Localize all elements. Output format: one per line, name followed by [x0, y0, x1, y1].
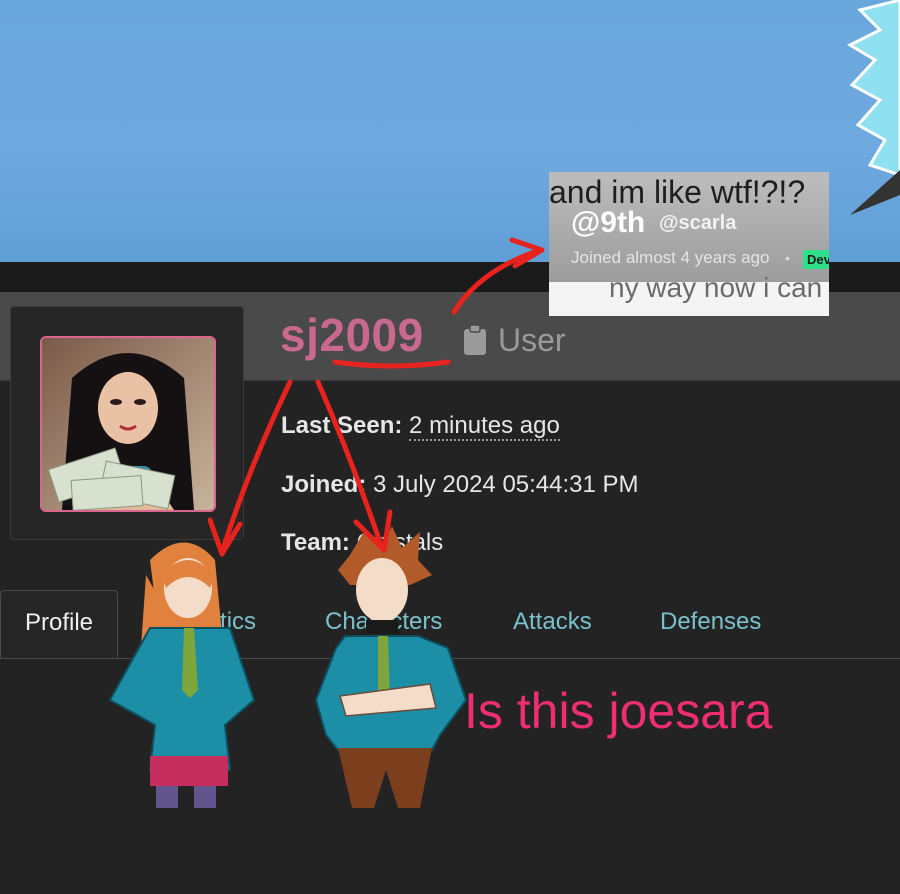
avatar[interactable] [40, 336, 216, 512]
joined-label: Joined: [281, 471, 367, 498]
inset-display-name: @9th [571, 206, 646, 239]
joined-value: 3 July 2024 05:44:31 PM [373, 471, 639, 498]
avatar-image [42, 338, 214, 510]
annotation-caption: Is this joesara [464, 683, 773, 739]
clipboard-icon [464, 324, 486, 355]
joined-row: Joined: 3 July 2024 05:44:31 PM [281, 471, 639, 499]
role-label: User [498, 322, 566, 358]
inset-dev-badge: Dev [803, 250, 829, 269]
character-left [108, 542, 256, 808]
profile-username: sj2009 [280, 309, 424, 361]
inset-joined-text: Joined almost 4 years ago [571, 248, 770, 267]
team-label: Team: [281, 529, 350, 556]
tab-attacks[interactable]: Attacks [513, 608, 592, 636]
last-seen-value[interactable]: 2 minutes ago [409, 412, 560, 441]
inset-separator: • [785, 250, 790, 266]
team-row: Team: Crystals [281, 529, 443, 557]
tab-profile[interactable]: Profile [0, 590, 119, 658]
inset-cut-text: ny way now i can [609, 272, 823, 303]
last-seen-label: Last Seen: [281, 412, 403, 439]
team-value[interactable]: Crystals [357, 529, 444, 556]
profile-tabs: Profile Statistics Characters Attacks De… [0, 590, 900, 659]
inset-username: @scarla [659, 212, 737, 234]
inset-screenshot: and im like wtf!?!? @9th @scarla Joined … [549, 172, 829, 316]
last-seen-row: Last Seen: 2 minutes ago [281, 412, 560, 441]
tab-statistics[interactable]: Statistics [160, 608, 256, 636]
tab-characters[interactable]: Characters [325, 608, 442, 636]
character-right [314, 526, 468, 808]
tab-defenses[interactable]: Defenses [660, 608, 761, 636]
splash-graphic [846, 0, 900, 215]
